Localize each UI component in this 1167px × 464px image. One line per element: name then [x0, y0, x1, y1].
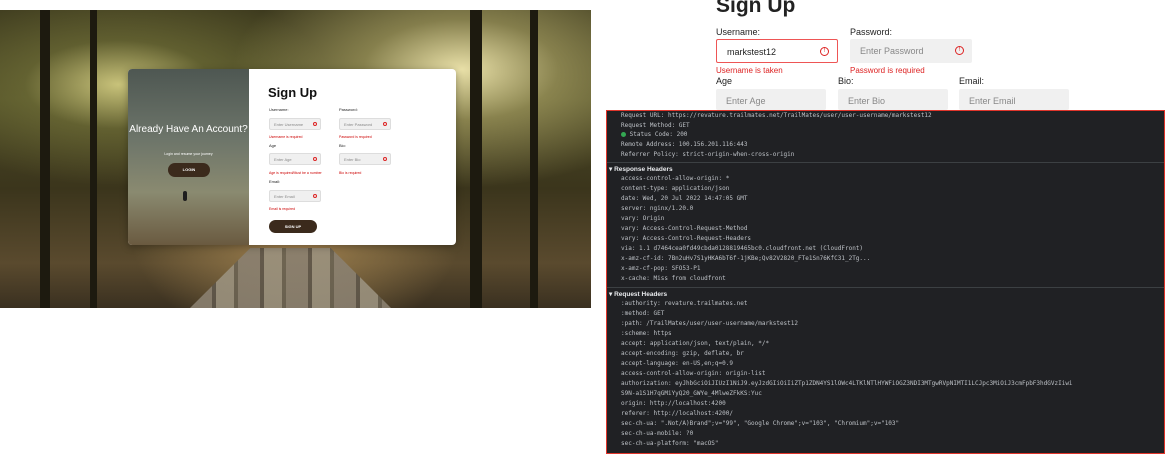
general-line: Request Method: GET [621, 122, 690, 129]
zoom-email-input[interactable]: Enter Email [959, 89, 1069, 110]
status-code-line: Status Code: 200 [621, 131, 687, 138]
zoom-bio-label: Bio: [838, 76, 854, 86]
bio-label: Bio: [339, 143, 346, 148]
general-line: Referrer Policy: strict-origin-when-cros… [621, 151, 795, 158]
email-label: Email: [269, 179, 281, 184]
form-title: Sign Up [268, 85, 318, 100]
signup-form: Sign Up Username: Enter Username Usernam… [249, 69, 456, 245]
tree-trunk [530, 10, 538, 308]
age-label: Age [269, 143, 277, 148]
zoom-bio-input[interactable]: Enter Bio [838, 89, 948, 110]
response-header-line: content-type: application/json [621, 185, 730, 192]
request-header-line: S9N-a1S1H7qGMiYyQ20_GWYe_4MlweZFkKS:Yuc [621, 390, 762, 397]
error-icon [383, 157, 387, 161]
error-icon [313, 194, 317, 198]
email-input[interactable]: Enter Email [269, 190, 321, 202]
general-line: Remote Address: 100.156.201.116:443 [621, 141, 748, 148]
zoom-username-label: Username: [716, 27, 761, 37]
request-header-line: access-control-allow-origin: origin-list [621, 370, 766, 377]
bio-placeholder: Enter Bio [344, 157, 361, 162]
age-placeholder: Enter Age [274, 157, 292, 162]
zoom-age-placeholder: Enter Age [726, 96, 766, 106]
request-header-line: accept: application/json, text/plain, */… [621, 340, 770, 347]
response-header-line: x-cache: Miss from cloudfront [621, 275, 726, 282]
age-input[interactable]: Enter Age [269, 153, 321, 165]
stone-path [190, 248, 391, 308]
password-placeholder: Enter Password [344, 122, 373, 127]
username-label: Username: [269, 107, 289, 112]
response-header-line: date: Wed, 20 Jul 2022 14:47:05 GMT [621, 195, 748, 202]
response-headers-toggle[interactable]: ▾ Response Headers [609, 165, 673, 173]
forest-background-image: Already Have An Account? Login and resum… [0, 10, 591, 308]
username-input[interactable]: Enter Username [269, 118, 321, 130]
bio-input[interactable]: Enter Bio [339, 153, 391, 165]
email-error: Email is required [269, 207, 296, 211]
error-icon [313, 122, 317, 126]
zoom-username-input[interactable]: markstest12 ! [716, 39, 838, 63]
bio-error: Bio is required [339, 171, 362, 175]
request-headers-toggle[interactable]: ▾ Request Headers [609, 290, 667, 298]
zoom-form-title: Sign Up [716, 0, 796, 17]
zoom-password-label: Password: [850, 27, 893, 37]
general-line: Request URL: https://revature.trailmates… [621, 112, 932, 119]
email-placeholder: Enter Email [274, 194, 295, 199]
error-icon [313, 157, 317, 161]
zoom-password-input[interactable]: Enter Password ! [850, 39, 972, 63]
login-button[interactable]: LOGIN [168, 163, 210, 177]
response-header-line: via: 1.1 d7464cea0fd49cbda0128819465bc0.… [621, 245, 864, 252]
section-divider [607, 162, 1164, 163]
hiker-figure [183, 191, 187, 201]
status-code-text: Status Code: 200 [629, 131, 688, 138]
request-header-line: origin: http://localhost:4200 [621, 400, 726, 407]
request-header-line: sec-ch-ua: ".Not/A)Brand";v="99", "Googl… [621, 420, 900, 427]
username-error: Username is required [269, 135, 303, 139]
request-header-line: accept-encoding: gzip, deflate, br [621, 350, 744, 357]
response-header-line: x-amz-cf-pop: SFO53-P1 [621, 265, 701, 272]
devtools-headers-panel: Request URL: https://revature.trailmates… [606, 110, 1165, 454]
request-header-line: :scheme: https [621, 330, 672, 337]
zoom-email-placeholder: Enter Email [969, 96, 1016, 106]
tree-trunk [470, 10, 482, 308]
zoom-password-placeholder: Enter Password [860, 46, 924, 56]
response-header-line: server: nginx/1.20.0 [621, 205, 694, 212]
login-panel-subtitle: Login and resume your journey [164, 152, 213, 156]
error-icon: ! [820, 47, 829, 56]
zoom-password-error: Password is required [850, 66, 925, 75]
tree-trunk [40, 10, 50, 308]
response-header-line: x-amz-cf-id: 7Bn2uHv7S1yHKA6bT6f-1jKBe;Q… [621, 255, 871, 262]
status-ok-icon [621, 132, 626, 137]
response-header-line: access-control-allow-origin: * [621, 175, 730, 182]
zoom-age-label: Age [716, 76, 733, 86]
error-icon [383, 122, 387, 126]
login-panel-title: Already Have An Account? [129, 124, 248, 135]
tree-trunk [90, 10, 97, 308]
signup-modal: Already Have An Account? Login and resum… [128, 69, 456, 245]
request-header-line: sec-ch-ua-mobile: ?0 [621, 430, 694, 437]
request-header-line: referer: http://localhost:4200/ [621, 410, 733, 417]
request-header-line: sec-ch-ua-platform: "macOS" [621, 440, 719, 447]
username-placeholder: Enter Username [274, 122, 304, 127]
password-error: Password is required [339, 135, 372, 139]
response-header-line: vary: Access-Control-Request-Method [621, 225, 748, 232]
response-header-line: vary: Origin [621, 215, 665, 222]
request-header-line: authorization: eyJhbGciOiJIUzI1NiJ9.eyJz… [621, 380, 1073, 387]
signup-button[interactable]: SIGN UP [269, 220, 317, 233]
response-header-line: vary: Access-Control-Request-Headers [621, 235, 752, 242]
zoom-bio-placeholder: Enter Bio [848, 96, 886, 106]
zoom-username-error: Username is taken [716, 66, 783, 75]
zoom-email-label: Email: [959, 76, 985, 86]
request-header-line: accept-language: en-US,en;q=0.9 [621, 360, 733, 367]
request-header-line: :method: GET [621, 310, 665, 317]
age-error: Age is required/Must be a number [269, 171, 322, 175]
password-input[interactable]: Enter Password [339, 118, 391, 130]
zoom-age-input[interactable]: Enter Age [716, 89, 826, 110]
password-label: Password: [339, 107, 358, 112]
error-icon: ! [955, 46, 964, 55]
login-panel: Already Have An Account? Login and resum… [128, 69, 249, 245]
request-header-line: :path: /TrailMates/user/user-username/ma… [621, 320, 799, 327]
section-divider [607, 287, 1164, 288]
zoom-username-value: markstest12 [727, 47, 777, 57]
request-header-line: :authority: revature.trailmates.net [621, 300, 748, 307]
